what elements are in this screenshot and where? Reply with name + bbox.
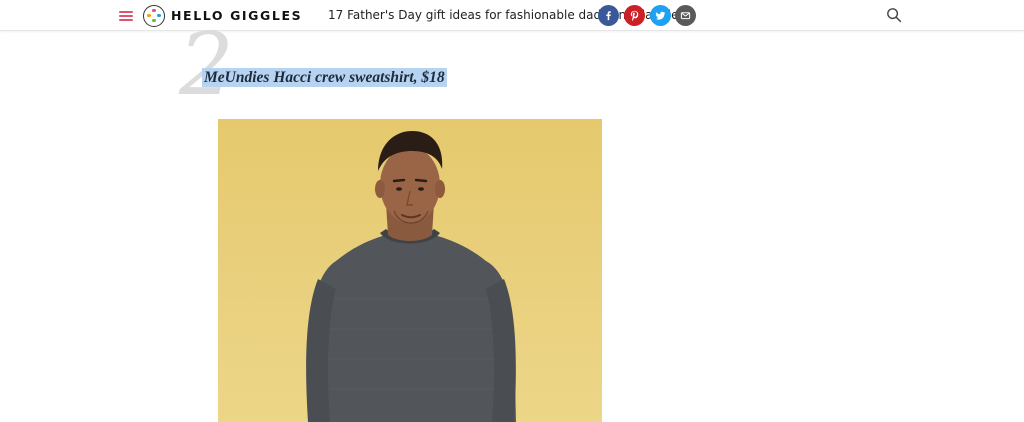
model-in-sweatshirt-illustration bbox=[306, 131, 516, 422]
search-icon[interactable] bbox=[886, 7, 902, 23]
twitter-share-button[interactable] bbox=[650, 5, 671, 26]
item-number: 2 bbox=[179, 15, 234, 115]
menu-icon[interactable] bbox=[119, 10, 133, 21]
pinterest-share-button[interactable] bbox=[624, 5, 645, 26]
email-icon bbox=[680, 12, 691, 20]
site-header: HELLO GIGGLES 17 Father's Day gift ideas… bbox=[0, 0, 1024, 31]
product-photo bbox=[218, 119, 602, 422]
email-share-button[interactable] bbox=[675, 5, 696, 26]
item-title[interactable]: MeUndies Hacci crew sweatshirt, $18 bbox=[202, 68, 447, 87]
facebook-share-button[interactable] bbox=[598, 5, 619, 26]
twitter-icon bbox=[655, 11, 666, 20]
facebook-icon bbox=[606, 11, 611, 21]
logo-mark-icon bbox=[143, 4, 165, 27]
pinterest-icon bbox=[630, 10, 639, 21]
